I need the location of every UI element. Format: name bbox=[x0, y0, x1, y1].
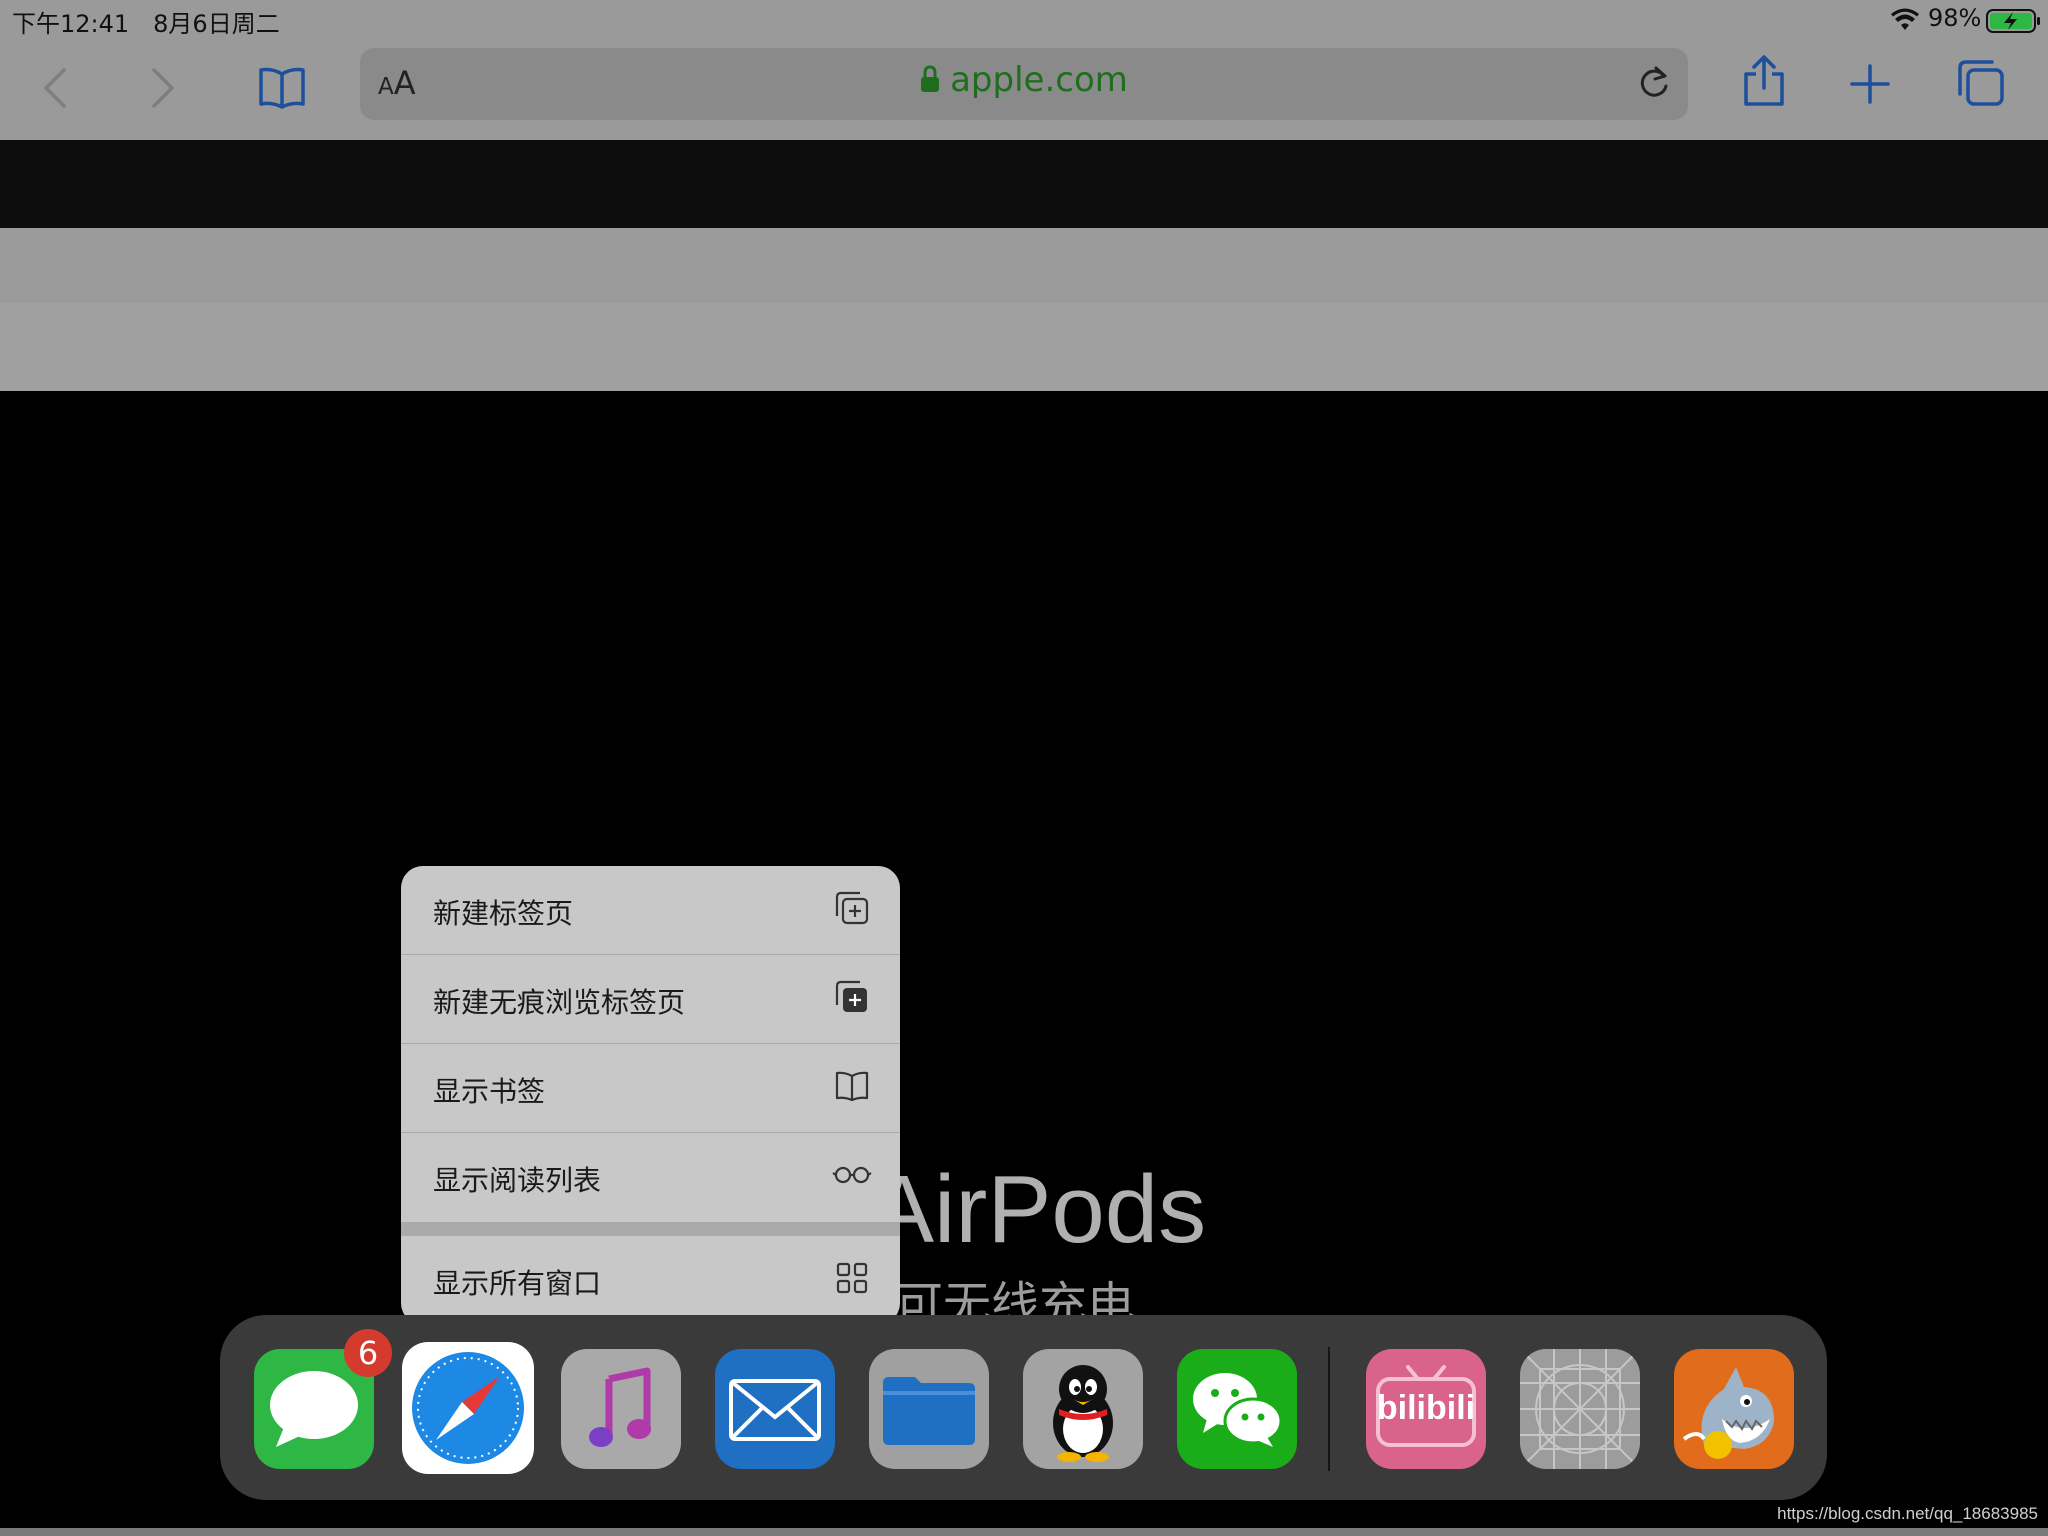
envelope-icon bbox=[729, 1379, 821, 1441]
tabs-icon[interactable] bbox=[1956, 58, 2006, 108]
music-note-icon bbox=[589, 1367, 651, 1447]
wechat-app-icon[interactable] bbox=[1177, 1349, 1297, 1469]
battery-charging-icon bbox=[1986, 9, 2040, 33]
folder-icon bbox=[883, 1377, 975, 1445]
new-tab-icon bbox=[835, 891, 869, 925]
status-bar: 下午12:41 8月6日周二 98% bbox=[0, 0, 2048, 40]
address-bar[interactable]: AA apple.com bbox=[360, 48, 1688, 120]
menu-label: 显示阅读列表 bbox=[433, 1164, 602, 1197]
grid-icon bbox=[836, 1262, 868, 1294]
qq-app-icon[interactable] bbox=[1023, 1349, 1143, 1469]
reload-icon[interactable] bbox=[1634, 62, 1674, 102]
bookmarks-icon[interactable] bbox=[258, 64, 306, 110]
menu-item-show-all-windows[interactable]: 显示所有窗口 bbox=[401, 1236, 900, 1324]
chat-bubbles-icon bbox=[1193, 1373, 1283, 1447]
url-text: apple.com bbox=[950, 60, 1128, 100]
placeholder-app-icon[interactable] bbox=[1520, 1349, 1640, 1469]
menu-separator bbox=[401, 1222, 900, 1236]
shark-icon bbox=[1682, 1367, 1774, 1459]
dock-context-menu: 新建标签页 新建无痕浏览标签页 显示书签 显示阅读列表 显示所有窗口 bbox=[401, 866, 900, 1325]
files-app-icon[interactable] bbox=[869, 1349, 989, 1469]
url-display[interactable]: apple.com bbox=[360, 60, 1688, 100]
bottom-edge bbox=[0, 1528, 2048, 1536]
music-app-icon[interactable] bbox=[561, 1349, 681, 1469]
back-icon[interactable] bbox=[40, 66, 70, 110]
site-banner-lower bbox=[0, 303, 2048, 391]
menu-label: 显示书签 bbox=[433, 1075, 546, 1108]
watermark-text: https://blog.csdn.net/qq_18683985 bbox=[1777, 1504, 2038, 1523]
compass-icon bbox=[412, 1352, 524, 1464]
browser-toolbar: AA apple.com bbox=[0, 40, 2048, 140]
share-icon[interactable] bbox=[1742, 54, 1786, 108]
dock-divider bbox=[1328, 1347, 1330, 1471]
mail-app-icon[interactable] bbox=[715, 1349, 835, 1469]
menu-label: 新建标签页 bbox=[433, 897, 574, 930]
menu-item-show-reading-list[interactable]: 显示阅读列表 bbox=[401, 1133, 900, 1221]
safari-app-icon[interactable] bbox=[402, 1342, 534, 1474]
menu-item-show-bookmarks[interactable]: 显示书签 bbox=[401, 1044, 900, 1133]
wifi-icon bbox=[1891, 8, 1919, 30]
bilibili-app-icon[interactable]: bilibili bbox=[1366, 1349, 1486, 1469]
bilibili-logo-text: bilibili bbox=[1376, 1389, 1476, 1427]
battery-percent: 98% bbox=[1928, 4, 1982, 32]
site-nav-bar bbox=[0, 140, 2048, 228]
status-time-date: 下午12:41 8月6日周二 bbox=[12, 10, 280, 38]
hero-title: AirPods bbox=[870, 1156, 1207, 1263]
penguin-icon bbox=[1053, 1365, 1113, 1462]
book-icon bbox=[835, 1071, 869, 1102]
icon-grid-template-icon bbox=[1520, 1349, 1640, 1469]
lock-icon bbox=[921, 65, 940, 92]
menu-label: 显示所有窗口 bbox=[433, 1267, 602, 1300]
messages-badge: 6 bbox=[344, 1329, 392, 1377]
glasses-icon bbox=[832, 1166, 872, 1184]
menu-label: 新建无痕浏览标签页 bbox=[433, 986, 686, 1019]
shark-game-app-icon[interactable] bbox=[1674, 1349, 1794, 1469]
new-tab-plus-icon[interactable] bbox=[1850, 64, 1890, 104]
menu-item-new-tab[interactable]: 新建标签页 bbox=[401, 866, 900, 955]
menu-item-new-private-tab[interactable]: 新建无痕浏览标签页 bbox=[401, 955, 900, 1044]
dock: 6 bilibili bbox=[220, 1315, 1827, 1500]
forward-icon[interactable] bbox=[148, 66, 178, 110]
new-private-tab-icon bbox=[835, 980, 867, 1012]
